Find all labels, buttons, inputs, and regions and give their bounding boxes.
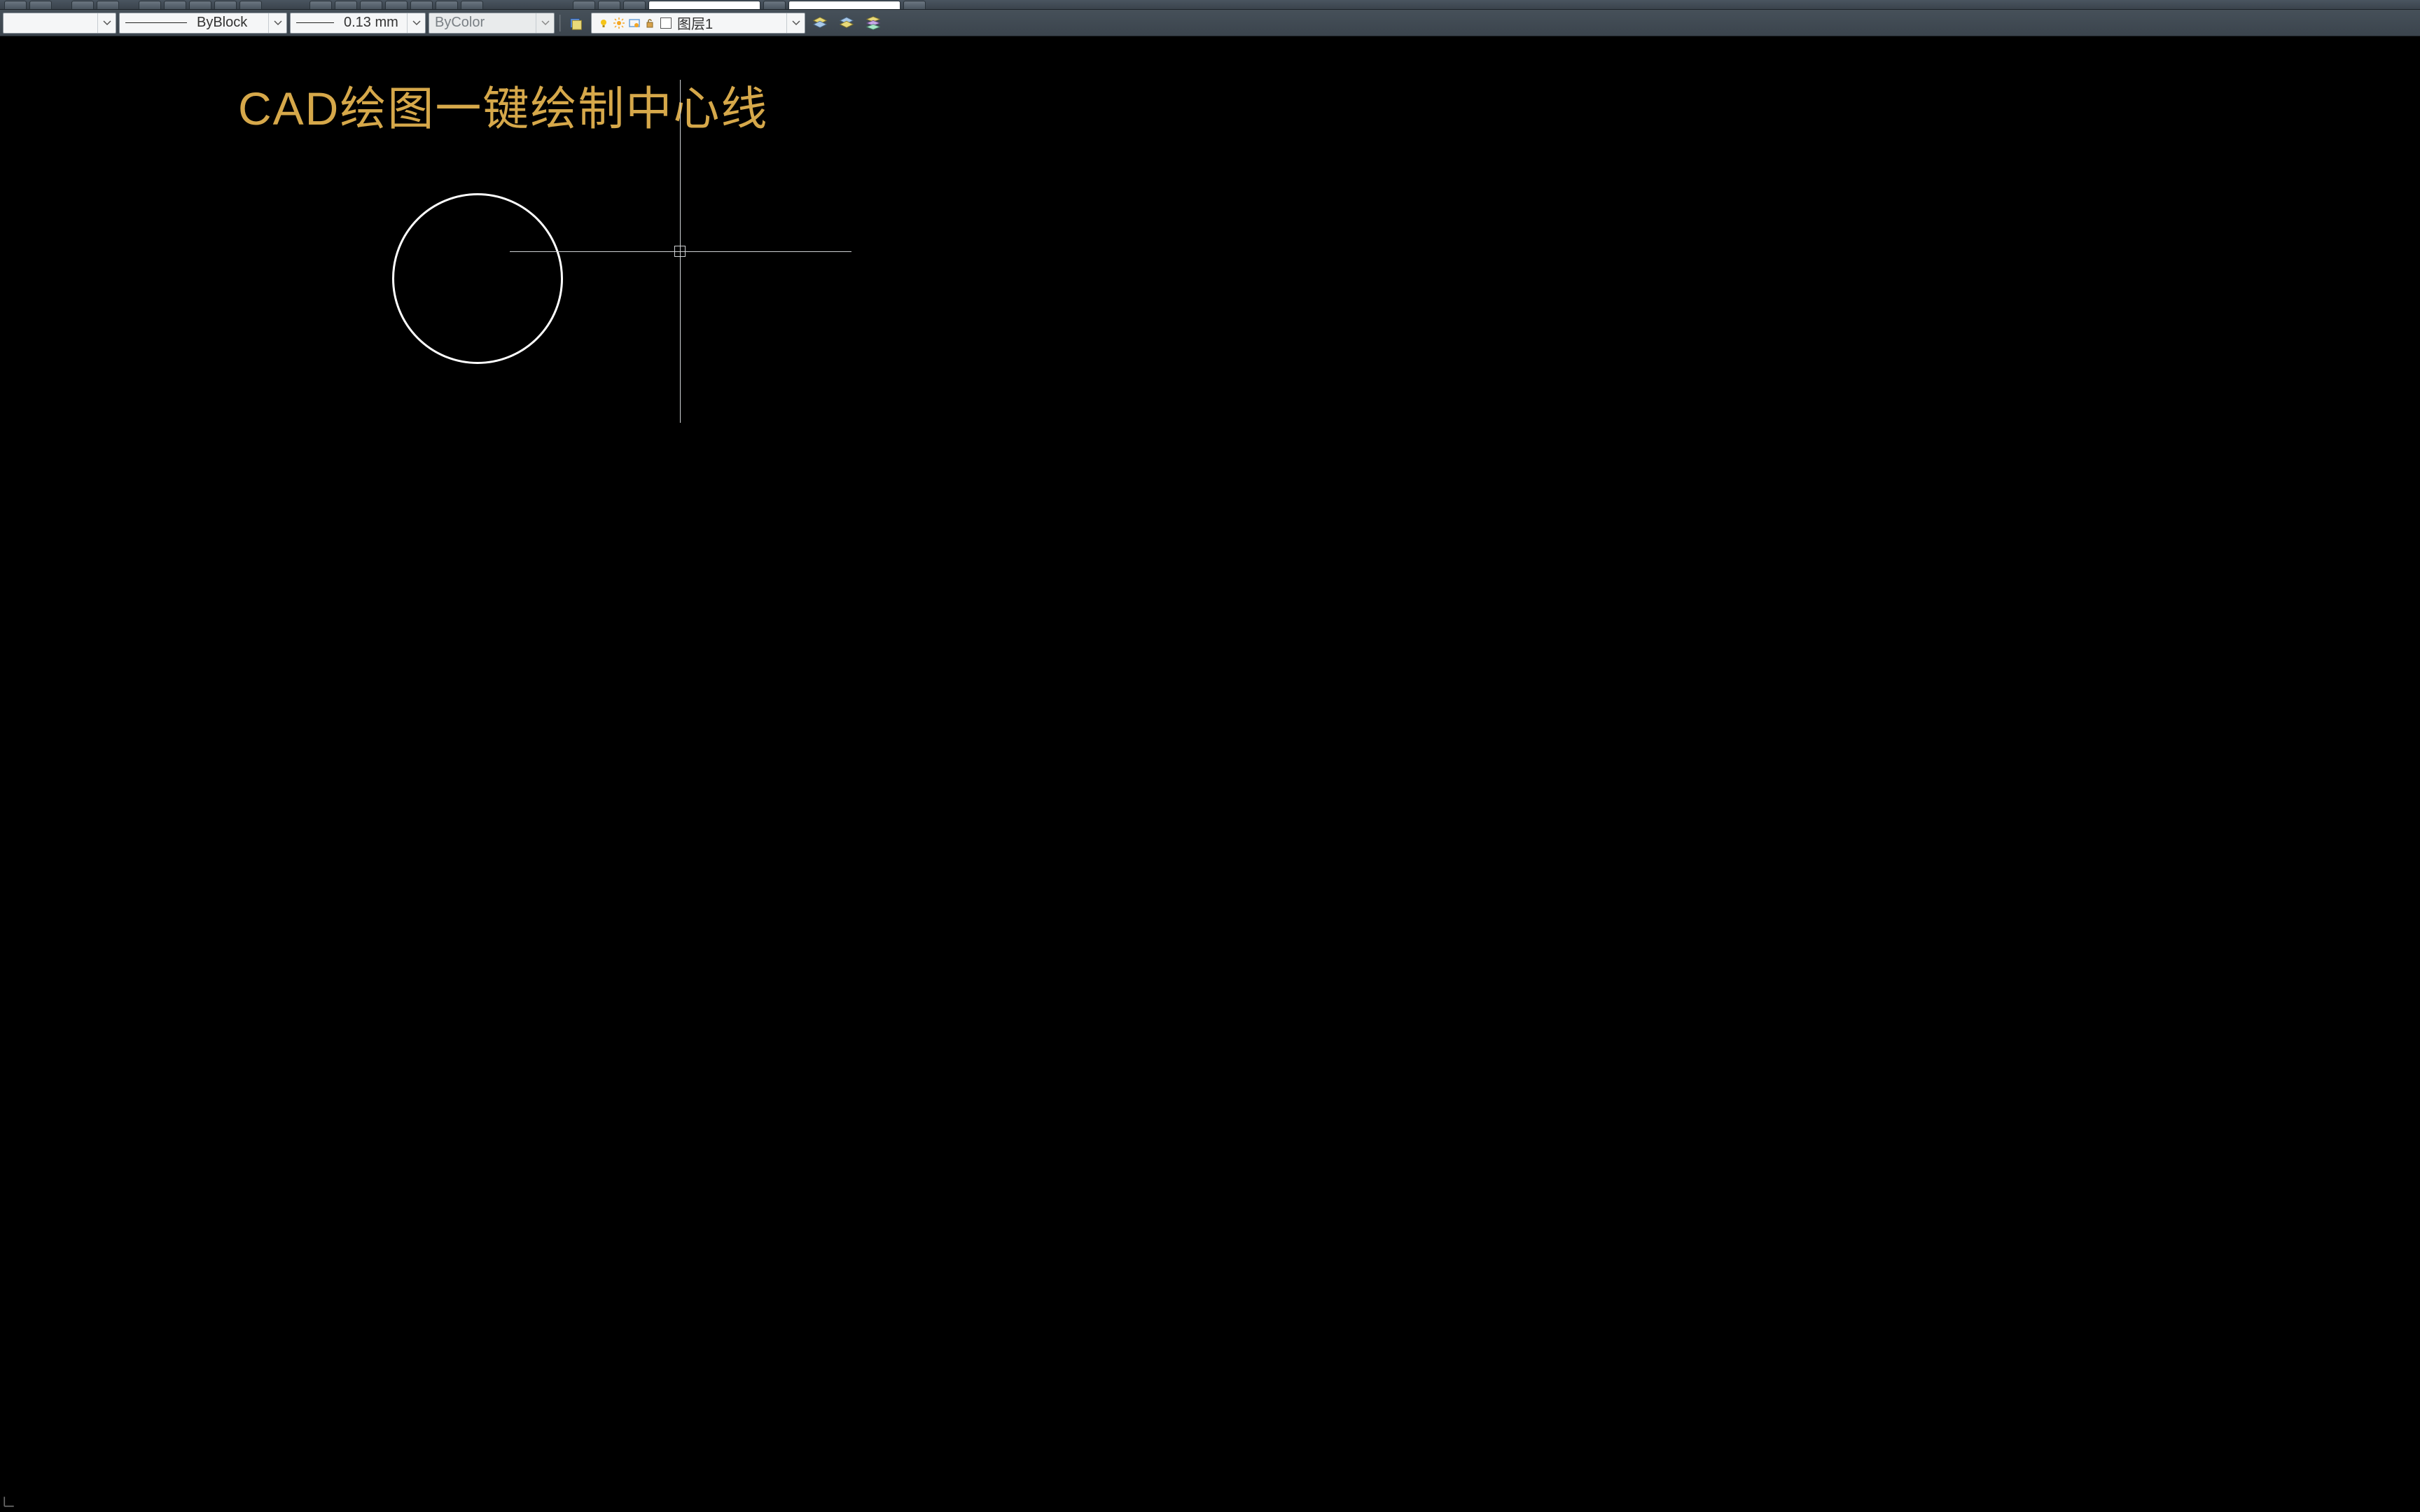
lineweight-sample-icon — [296, 22, 334, 23]
layer-properties-icon — [569, 15, 584, 31]
chevron-down-icon — [268, 13, 286, 33]
qat-field[interactable] — [788, 1, 900, 9]
lock-open-icon — [644, 17, 656, 29]
canvas-title-text: CAD绘图一键绘制中心线 — [238, 71, 768, 139]
qat-button[interactable] — [461, 1, 483, 9]
qat-button[interactable] — [139, 1, 161, 9]
qat-button[interactable] — [335, 1, 357, 9]
viewport-freeze-icon — [628, 17, 641, 29]
linetype-sample-icon — [125, 22, 187, 23]
lightbulb-on-icon — [597, 17, 610, 29]
plotstyle-dropdown[interactable]: ByColor — [429, 13, 555, 34]
color-dropdown[interactable] — [3, 13, 116, 34]
quick-access-toolbar — [0, 0, 2420, 10]
qat-button[interactable] — [71, 1, 94, 9]
chevron-down-icon — [97, 13, 116, 33]
properties-toolbar: ByBlock 0.13 mm ByColor — [0, 10, 2420, 36]
qat-button[interactable] — [189, 1, 211, 9]
qat-button[interactable] — [310, 1, 332, 9]
qat-button[interactable] — [29, 1, 52, 9]
crosshair-pickbox — [674, 246, 686, 257]
layer-state-icons — [597, 17, 656, 29]
qat-button[interactable] — [385, 1, 408, 9]
layer-previous-button[interactable] — [835, 13, 858, 34]
layer-color-swatch-icon — [660, 18, 672, 29]
qat-button[interactable] — [4, 1, 27, 9]
qat-button[interactable] — [573, 1, 595, 9]
ucs-corner-icon — [3, 1495, 15, 1508]
qat-button[interactable] — [97, 1, 119, 9]
linetype-dropdown[interactable]: ByBlock — [119, 13, 287, 34]
layers-stack-icon — [839, 15, 854, 31]
linetype-dropdown-value: ByBlock — [197, 15, 247, 31]
qat-button[interactable] — [763, 1, 786, 9]
layer-dropdown-value: 图层1 — [677, 13, 713, 33]
qat-button[interactable] — [214, 1, 237, 9]
layers-stack-icon — [812, 15, 828, 31]
layers-stack-icon — [865, 15, 881, 31]
chevron-down-icon — [536, 13, 554, 33]
qat-button[interactable] — [410, 1, 433, 9]
qat-button[interactable] — [436, 1, 458, 9]
lineweight-dropdown[interactable]: 0.13 mm — [290, 13, 426, 34]
qat-button[interactable] — [598, 1, 620, 9]
layer-properties-button[interactable] — [564, 13, 588, 34]
drawing-canvas[interactable]: CAD绘图一键绘制中心线 — [0, 36, 2420, 1512]
sun-icon — [613, 17, 625, 29]
qat-button[interactable] — [903, 1, 926, 9]
circle-entity[interactable] — [392, 193, 563, 364]
lineweight-dropdown-value: 0.13 mm — [344, 15, 398, 31]
chevron-down-icon — [407, 13, 425, 33]
qat-button[interactable] — [623, 1, 646, 9]
qat-field[interactable] — [648, 1, 760, 9]
layer-dropdown[interactable]: 图层1 — [591, 13, 805, 34]
plotstyle-dropdown-value: ByColor — [429, 15, 536, 31]
qat-button[interactable] — [239, 1, 262, 9]
layer-tools-button[interactable] — [861, 13, 885, 34]
toolbar-separator — [557, 13, 562, 34]
qat-button[interactable] — [360, 1, 382, 9]
qat-button[interactable] — [164, 1, 186, 9]
chevron-down-icon — [786, 13, 805, 33]
app-root: ByBlock 0.13 mm ByColor — [0, 0, 2420, 1512]
layer-states-button[interactable] — [808, 13, 832, 34]
